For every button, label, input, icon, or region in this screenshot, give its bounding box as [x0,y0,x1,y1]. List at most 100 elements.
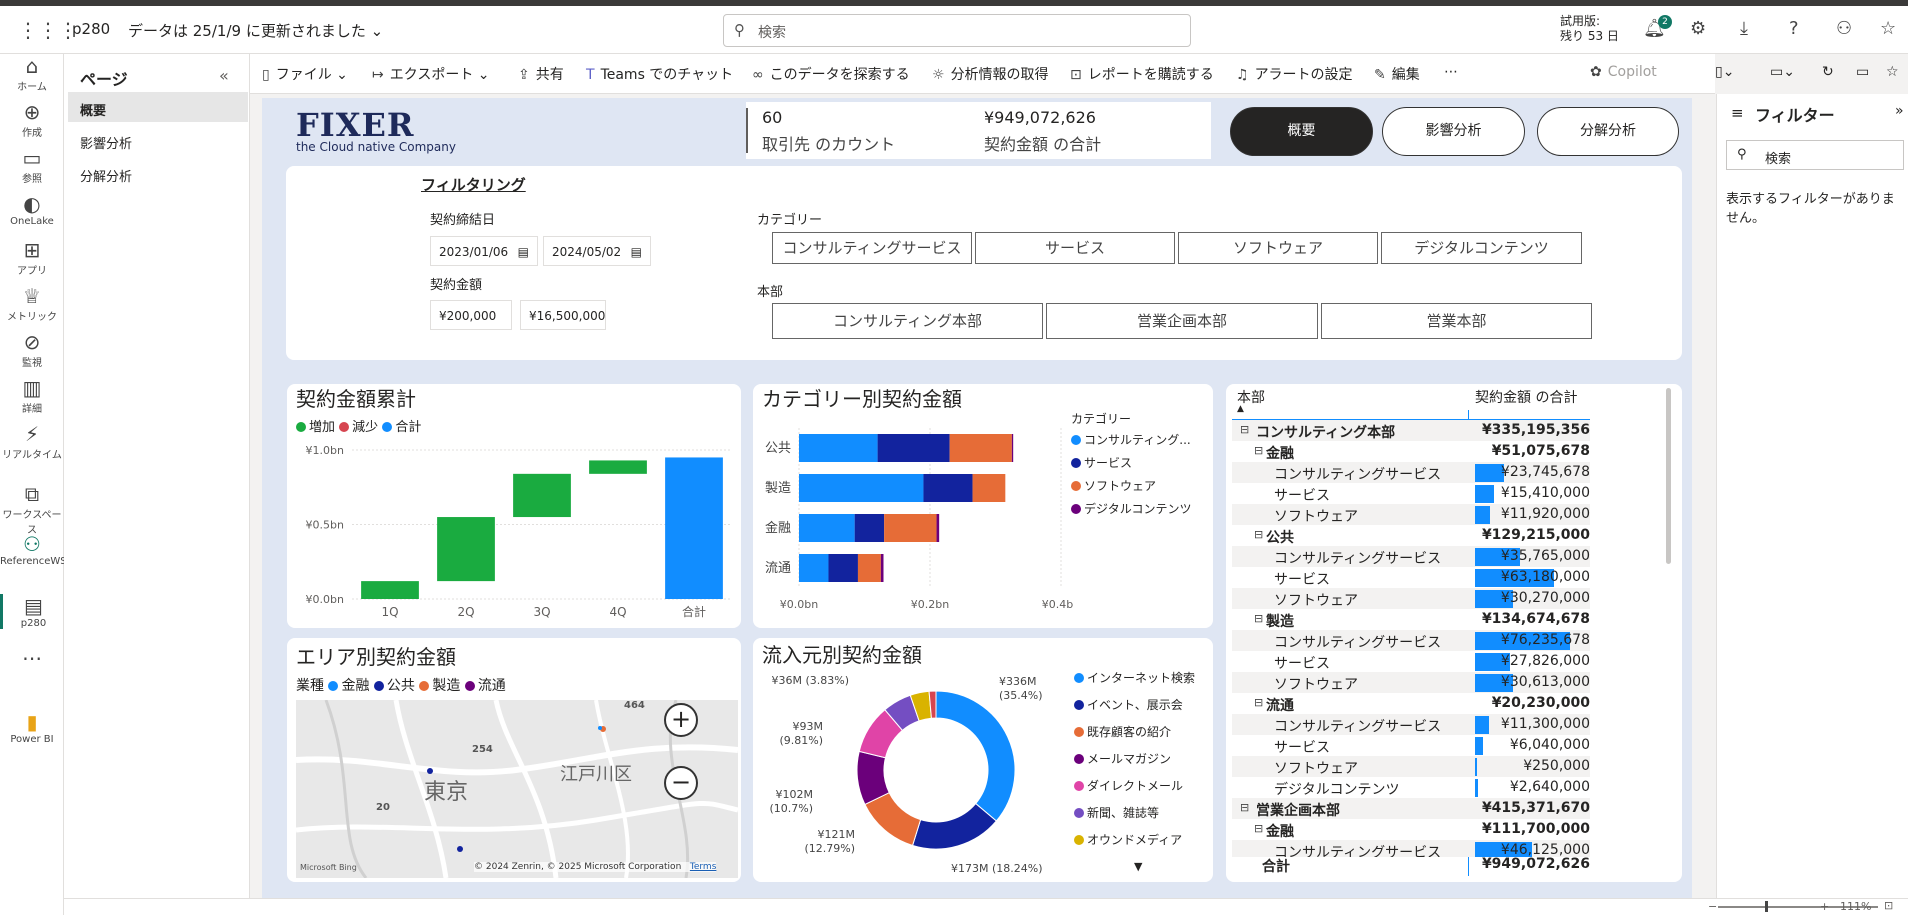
export-menu[interactable]: ↦ エクスポート ⌄ [372,64,490,84]
legend-item-increase[interactable]: 増加 [296,420,335,435]
comment-icon[interactable]: ▭ [1856,64,1869,80]
matrix-row[interactable]: サービス ¥63,180,000 [1232,567,1590,588]
map-marker[interactable] [598,726,602,730]
division-slicer-sales[interactable]: 営業本部 [1321,303,1592,339]
legend-item-distribution[interactable]: 流通 [464,678,506,694]
legend-item-total[interactable]: 合計 [382,420,421,435]
zoom-level[interactable]: 111% [1840,900,1871,913]
category-legend-item[interactable]: コンサルティング... [1071,431,1192,448]
matrix-row[interactable]: ⊟ 流通 ¥20,230,000 [1232,693,1590,714]
page-item-impact[interactable]: 影響分析 [68,125,248,155]
filter-search-input[interactable]: ⚲ 検索 [1726,140,1904,170]
zoom-in-button[interactable]: + [664,703,698,737]
collapse-row-icon[interactable]: ⊟ [1254,696,1263,709]
category-bar-segment[interactable] [923,474,973,502]
nav-item-10[interactable]: ⚇ ReferenceWS [0,532,67,567]
donut-legend-item[interactable]: オウンドメディア [1074,831,1195,848]
nav-item-7[interactable]: ▥ 詳細 [0,376,64,415]
account-icon[interactable]: ☆ [1880,18,1896,39]
category-slicer-service[interactable]: サービス [975,232,1175,264]
matrix-row[interactable]: ⊟ 金融 ¥111,700,000 [1232,819,1590,840]
nav-item-9[interactable]: ⧉ ワークスペース [0,482,64,536]
nav-item-8[interactable]: ⚡ リアルタイム [0,422,64,461]
category-legend-item[interactable]: ソフトウェア [1071,477,1192,494]
matrix-row[interactable]: ソフトウェア ¥11,920,000 [1232,504,1590,525]
subscribe-button[interactable]: ⊡ レポートを購読する [1070,64,1214,84]
help-icon[interactable]: ? [1789,18,1799,39]
nav-item-0[interactable]: ⌂ ホーム [0,54,64,93]
donut-legend-item[interactable]: 新聞、雑誌等 [1074,804,1195,821]
matrix-row[interactable]: コンサルティングサービス ¥23,745,678 [1232,462,1590,483]
category-slicer-software[interactable]: ソフトウェア [1178,232,1378,264]
waterfall-bar[interactable] [361,581,419,599]
expand-collapse-icon[interactable]: » [1895,103,1904,119]
matrix-row[interactable]: サービス ¥6,040,000 [1232,735,1590,756]
nav-item-1[interactable]: ⊕ 作成 [0,100,64,139]
division-slicer-sales-planning[interactable]: 営業企画本部 [1046,303,1318,339]
date-to-input[interactable]: 2024/05/02 ▤ [543,236,651,266]
gear-icon[interactable]: ⚙ [1690,18,1706,39]
matrix-row[interactable]: ソフトウェア ¥250,000 [1232,756,1590,777]
matrix-row[interactable]: サービス ¥27,826,000 [1232,651,1590,672]
matrix-row[interactable]: サービス ¥15,410,000 [1232,483,1590,504]
category-slicer-consulting[interactable]: コンサルティングサービス [772,232,972,264]
legend-scroll-down-icon[interactable]: ▼ [1134,860,1142,873]
category-bar-segment[interactable] [799,474,924,502]
collapse-row-icon[interactable]: ⊟ [1254,822,1263,835]
nav-item-4[interactable]: ⊞ アプリ [0,238,64,277]
donut-legend-item[interactable]: メールマガジン [1074,750,1195,767]
waterfall-bar[interactable] [665,457,723,599]
collapse-icon[interactable]: « [219,66,229,85]
amount-to-input[interactable]: ¥16,500,000 [520,300,606,330]
matrix-row[interactable]: コンサルティングサービス ¥76,235,678 [1232,630,1590,651]
category-bar-segment[interactable] [799,514,855,542]
map-marker[interactable] [457,846,463,852]
legend-item-decrease[interactable]: 減少 [339,420,378,435]
download-icon[interactable]: ⤓ [1740,18,1748,39]
nav-item-12[interactable]: ⋯ [0,646,64,670]
explore-data-button[interactable]: ∞ このデータを探索する [752,64,910,84]
nav-button-decomposition[interactable]: 分解分析 [1537,107,1679,156]
file-menu[interactable]: ▯ ファイル ⌄ [262,64,348,84]
edit-button[interactable]: ✎ 編集 [1374,64,1420,84]
nav-item-2[interactable]: ▭ 参照 [0,146,64,185]
collapse-row-icon[interactable]: ⊟ [1254,528,1263,541]
collapse-row-icon[interactable]: ⊟ [1240,801,1249,814]
division-slicer-consulting[interactable]: コンサルティング本部 [772,303,1043,339]
category-bar-segment[interactable] [880,554,884,582]
waterfall-bar[interactable] [513,473,571,518]
matrix-scrollbar[interactable] [1666,388,1671,564]
trial-info[interactable]: 試用版: 残り 53 日 [1560,14,1619,44]
get-insights-button[interactable]: ☼ 分析情報の取得 [932,64,1049,84]
map-view[interactable]: 東京 江戸川区 464 254 20 + − Microsoft Bing © … [296,700,738,878]
category-bar-segment[interactable] [854,514,885,542]
nav-item-6[interactable]: ⊘ 監視 [0,330,64,369]
collapse-row-icon[interactable]: ⊟ [1254,612,1263,625]
legend-item-finance[interactable]: 金融 [328,678,369,694]
category-bar-segment[interactable] [884,514,937,542]
copilot-button[interactable]: ✿ Copilot [1590,64,1657,80]
collapse-row-icon[interactable]: ⊟ [1240,423,1249,436]
donut-legend-item[interactable]: ダイレクトメール [1074,777,1195,794]
nav-button-overview[interactable]: 概要 [1230,107,1373,156]
fit-page-icon[interactable]: ⊡ [1884,899,1893,912]
donut-legend-item[interactable]: インターネット検索 [1074,669,1195,686]
category-bar-segment[interactable] [857,554,881,582]
matrix-row[interactable]: コンサルティングサービス ¥11,300,000 [1232,714,1590,735]
waterfall-bar[interactable] [437,517,495,582]
more-options-icon[interactable]: ⋯ [1444,64,1458,80]
map-terms-link[interactable]: Terms [690,862,717,872]
view-icon[interactable]: ▭⌄ [1770,64,1795,80]
donut-legend-item[interactable]: イベント、展示会 [1074,696,1195,713]
matrix-row[interactable]: ⊟ コンサルティング本部 ¥335,195,356 [1232,420,1590,441]
donut-legend-item[interactable]: 既存顧客の紹介 [1074,723,1195,740]
matrix-row[interactable]: ⊟ 営業企画本部 ¥415,371,670 [1232,798,1590,819]
amount-from-input[interactable]: ¥200,000 [430,300,512,330]
bookmark-icon[interactable]: ▯⌄ [1715,64,1734,80]
matrix-row[interactable]: コンサルティングサービス ¥46,125,000 [1232,840,1590,857]
calendar-icon[interactable]: ▤ [631,245,642,259]
nav-item-11[interactable]: ▤ p280 [0,594,64,629]
matrix-col-amount[interactable]: 契約金額 の合計 [1475,387,1577,407]
refresh-icon[interactable]: ↻ [1822,64,1834,80]
category-bar-segment[interactable] [799,554,829,582]
